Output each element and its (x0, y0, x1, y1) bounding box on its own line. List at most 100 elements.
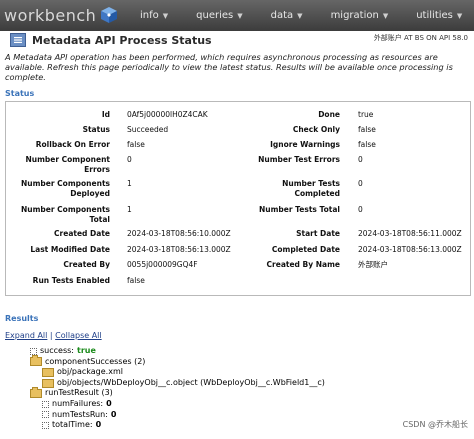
value-components-total: 1 (127, 205, 132, 214)
tree-item-num-failures: numFailures: 0 (30, 399, 325, 410)
cube-logo-icon (101, 7, 118, 23)
value-status: Succeeded (127, 125, 169, 134)
value-created-by: 0055j000009GQ4F (127, 260, 198, 269)
folder-open-icon (30, 387, 42, 399)
tree-item-total-time: totalTime: 0 (30, 420, 325, 431)
object-label: obj/objects/WbDeployObj__c.object (WbDep… (57, 377, 325, 387)
page-title: Metadata API Process Status (10, 33, 212, 47)
label-tests-total: Number Tests Total (258, 205, 340, 214)
num-failures-key: numFailures: (52, 398, 104, 408)
num-tests-run-value: 0 (110, 409, 117, 419)
menu-data-label: data (270, 10, 294, 21)
value-run-tests-enabled: false (127, 276, 145, 285)
label-component-errors: Number Component Errors (25, 155, 110, 174)
num-tests-run-key: numTestsRun: (52, 409, 108, 419)
metadata-icon (10, 33, 26, 47)
label-created-by-name: Created By Name (266, 260, 340, 269)
label-id: Id (101, 110, 110, 119)
chevron-down-icon: ▼ (297, 11, 303, 20)
workbench-logo[interactable]: workbench (4, 4, 119, 26)
label-start-date: Start Date (296, 229, 340, 238)
value-component-errors: 0 (127, 155, 132, 164)
tree-node-component-successes[interactable]: componentSuccesses (2) (30, 355, 325, 368)
value-done: true (358, 110, 374, 119)
chevron-down-icon: ▼ (162, 11, 169, 20)
label-completed-date: Completed Date (271, 245, 340, 254)
tree-item-num-tests-run: numTestsRun: 0 (30, 410, 325, 421)
success-value: true (77, 346, 96, 355)
watermark: CSDN @乔木船长 (402, 420, 468, 429)
package-label: obj/package.xml (57, 367, 123, 377)
value-created-by-name: 外部账户 (358, 260, 388, 269)
label-tests-completed: Number Tests Completed (282, 179, 340, 198)
value-components-deployed: 1 (127, 179, 132, 188)
page-title-text: Metadata API Process Status (32, 33, 212, 47)
label-run-tests-enabled: Run Tests Enabled (32, 276, 110, 285)
logo-text: workbench (4, 5, 97, 25)
label-status: Status (82, 125, 110, 134)
menu-queries-label: queries (196, 10, 234, 21)
value-id: 0Af5j00000lH0Z4CAK (127, 110, 208, 119)
label-ignore-warnings: Ignore Warnings (270, 140, 340, 149)
label-created-date: Created Date (54, 229, 110, 238)
folder-icon (42, 378, 54, 388)
label-components-total: Number Components Total (20, 205, 110, 224)
menu-info-label: info (140, 10, 159, 21)
label-components-deployed: Number Components Deployed (20, 179, 110, 198)
leaf-icon (42, 411, 49, 419)
label-created-by: Created By (63, 260, 110, 269)
expand-all-link[interactable]: Expand All (5, 331, 47, 340)
menu-migration-label: migration (330, 10, 379, 21)
value-ignore-warnings: false (358, 140, 376, 149)
menu-data[interactable]: data ▼ (257, 10, 317, 21)
description: A Metadata API operation has been perfor… (5, 52, 453, 82)
results-heading: Results (5, 314, 39, 323)
component-successes-label: componentSuccesses (2) (45, 356, 146, 366)
label-check-only: Check Only (292, 125, 340, 134)
top-nav-bar: workbench info ▼ queries ▼ data ▼ migration… (0, 0, 474, 31)
results-tree: success: true componentSuccesses (2) obj… (30, 346, 325, 431)
folder-open-icon (30, 355, 42, 367)
link-separator: | (47, 331, 56, 340)
status-table: Id 0Af5j00000lH0Z4CAK Done true Status S… (5, 101, 471, 296)
tree-node-run-test-result[interactable]: runTestResult (3) (30, 387, 325, 399)
value-start-date: 2024-03-18T08:56:11.000Z (358, 229, 462, 238)
total-time-key: totalTime: (52, 420, 93, 430)
value-created-date: 2024-03-18T08:56:10.000Z (127, 229, 231, 238)
value-completed-date: 2024-03-18T08:56:13.000Z (358, 245, 462, 254)
menu-utilities[interactable]: utilities ▼ (402, 10, 474, 21)
main-menu: info ▼ queries ▼ data ▼ migration ▼ utilitie… (126, 0, 474, 31)
chevron-down-icon: ▼ (237, 11, 243, 20)
results-toggle-links: Expand All | Collapse All (5, 331, 102, 340)
value-rollback: false (127, 140, 145, 149)
label-rollback: Rollback On Error (35, 140, 110, 149)
chevron-down-icon: ▼ (456, 11, 463, 20)
total-time-value: 0 (95, 420, 102, 430)
value-last-modified-date: 2024-03-18T08:56:13.000Z (127, 245, 231, 254)
leaf-icon (42, 400, 49, 408)
status-heading: Status (5, 89, 35, 98)
leaf-icon (42, 421, 49, 429)
menu-queries[interactable]: queries ▼ (182, 10, 256, 21)
leaf-icon (30, 347, 37, 355)
run-test-result-label: runTestResult (3) (45, 388, 113, 398)
num-failures-value: 0 (106, 398, 112, 408)
menu-migration[interactable]: migration ▼ (317, 10, 403, 21)
menu-utilities-label: utilities (416, 10, 453, 21)
value-check-only: false (358, 125, 376, 134)
tree-item-package[interactable]: obj/package.xml (30, 367, 325, 378)
folder-icon (42, 367, 54, 377)
label-done: Done (318, 110, 340, 119)
value-tests-completed: 0 (358, 179, 363, 188)
collapse-all-link[interactable]: Collapse All (55, 331, 101, 340)
value-test-errors: 0 (358, 155, 363, 164)
label-test-errors: Number Test Errors (258, 155, 340, 164)
success-key: success: (40, 346, 74, 355)
menu-info[interactable]: info ▼ (126, 10, 182, 21)
label-last-modified-date: Last Modified Date (30, 245, 110, 254)
value-tests-total: 0 (358, 205, 363, 214)
chevron-down-icon: ▼ (382, 11, 389, 20)
tree-item-object[interactable]: obj/objects/WbDeployObj__c.object (WbDep… (30, 378, 325, 389)
tree-item-success: success: true (30, 346, 325, 357)
user-info: 外部账户 AT BS ON API 58.0 (373, 34, 468, 42)
